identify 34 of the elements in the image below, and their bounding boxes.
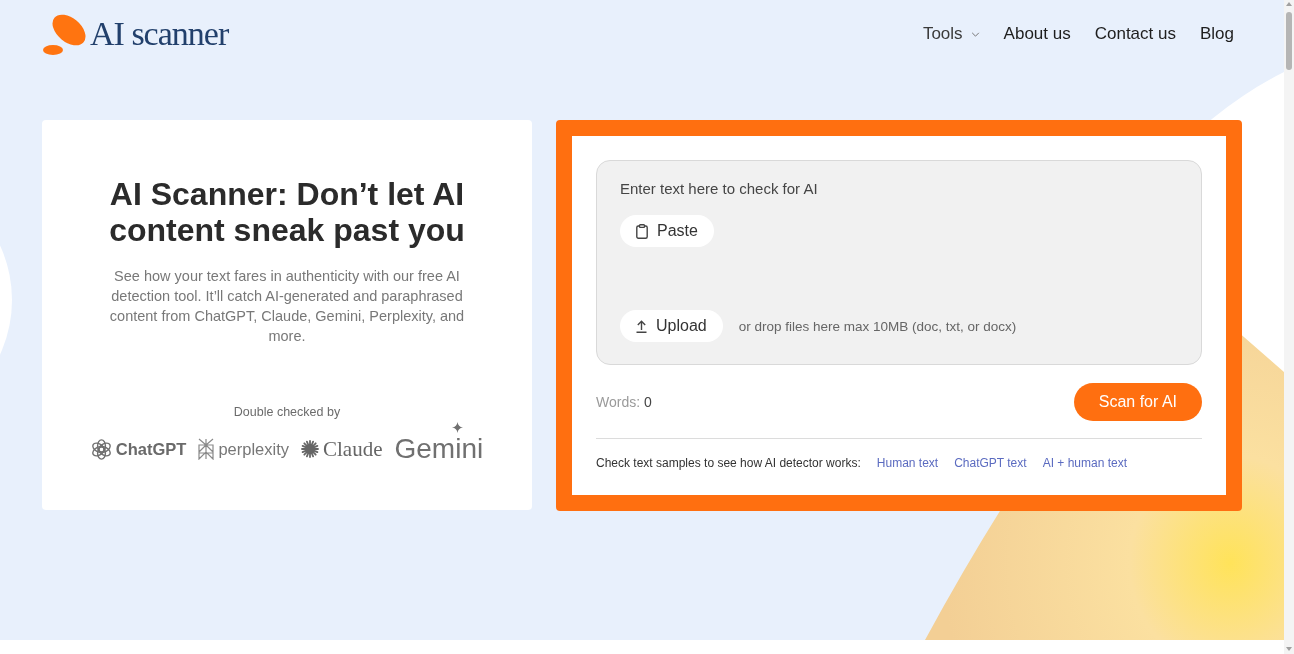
logo-text[interactable]: AI scanner [90,17,229,51]
scrollbar-thumb[interactable] [1286,12,1292,70]
scrollbar[interactable] [1284,0,1294,654]
text-drop-area[interactable]: Enter text here to check for AI Paste Upload or drop files here max 10MB (doc, txt, or docx) [596,160,1202,365]
sparkle-icon [451,422,463,433]
description-text: See how your text fares in authenticity with our free AI detection tool. It’ll catch AI-generated and paraphrased content from ChatGPT, Claude, Gemini, Perplexity, and more. [108,267,466,346]
upload-button[interactable]: Upload [620,310,723,342]
word-count-value: 0 [644,394,652,410]
asterisk-icon [301,440,319,458]
samples-prompt-text: Check text samples to see how AI detector works: [596,455,861,471]
nav-link[interactable]: Contact us [1094,24,1176,44]
brand-name: ChatGPT [115,440,187,458]
checked-by-label: Double checked by [233,405,341,420]
page-heading: AI Scanner: Don’t let AI content sneak past you [108,176,466,248]
text-input-field[interactable]: Enter text here to check for AI [620,178,1178,200]
drop-hint-text: or drop files here max 10MB (doc, txt, or docx) [738,318,1017,334]
lattice-icon [198,438,215,460]
scroll-down-icon[interactable] [1286,647,1292,651]
scroll-up-icon[interactable] [1286,2,1292,6]
sample-link[interactable]: ChatGPT text [954,456,1027,470]
nav-link[interactable]: About us [1003,24,1071,44]
paste-button[interactable]: Paste [620,215,714,247]
brand-name: Gemini [394,433,484,464]
brand-name: Claude [323,438,383,460]
chevron-down-icon [970,31,980,37]
upload-icon [636,319,647,333]
sample-link[interactable]: Human text [876,456,939,470]
clipboard-icon [636,223,648,239]
brand-name: perplexity [218,440,289,458]
word-count-label: Words: [596,394,641,410]
nav-link[interactable]: Blog [1199,24,1234,44]
sample-link[interactable]: AI + human text [1042,456,1128,470]
knot-icon [90,438,112,460]
nav-dropdown[interactable]: Tools [922,24,980,44]
